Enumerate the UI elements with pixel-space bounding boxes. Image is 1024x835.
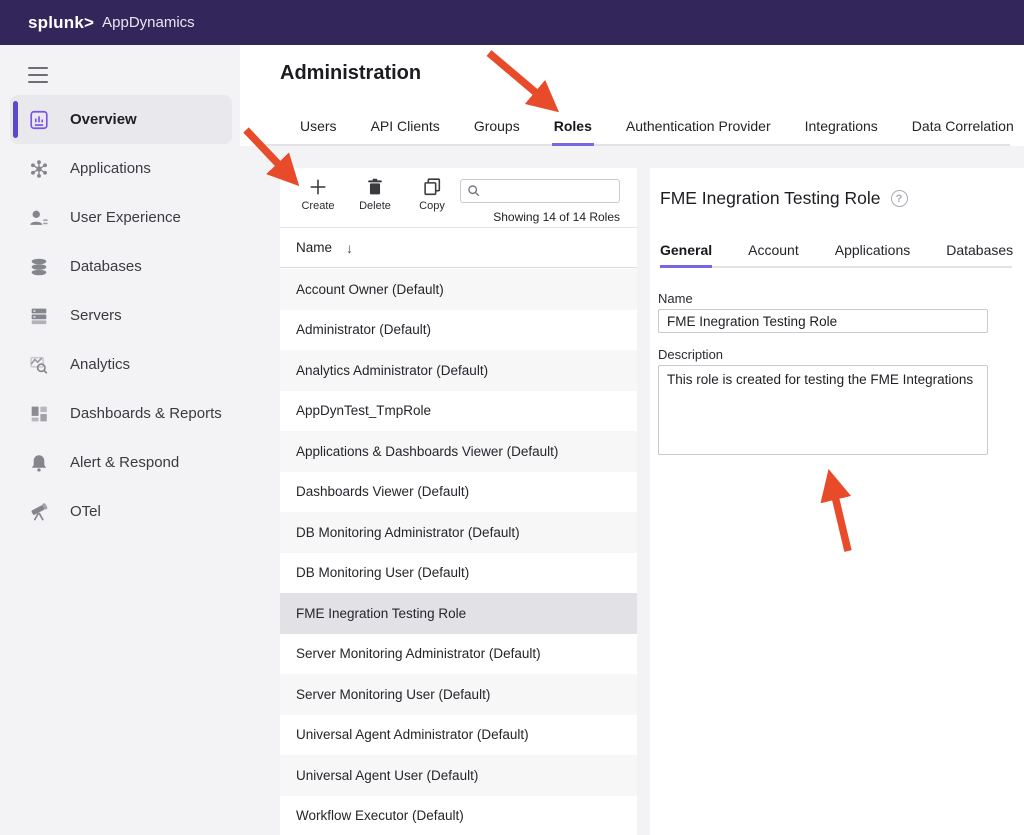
role-name-input[interactable] <box>658 309 988 333</box>
trash-icon <box>364 176 386 198</box>
dashboards-icon <box>28 403 50 425</box>
table-row[interactable]: DB Monitoring Administrator (Default) <box>280 512 637 553</box>
tab-integrations[interactable]: Integrations <box>805 108 878 144</box>
alert-bell-icon <box>28 452 50 474</box>
admin-tabs: Users API Clients Groups Roles Authenticatio… <box>265 108 1010 146</box>
sidebar-item-label: Analytics <box>70 356 130 373</box>
tab-data-correlation[interactable]: Data Correlation <box>912 108 1014 144</box>
roles-column-header[interactable]: Name ↓ <box>280 228 637 268</box>
otel-telescope-icon <box>28 501 50 523</box>
table-row[interactable]: Applications & Dashboards Viewer (Defaul… <box>280 431 637 472</box>
splunk-logo: splunk> <box>28 13 94 33</box>
sidebar-item-label: Alert & Respond <box>70 454 179 471</box>
roles-count-text: Showing 14 of 14 Roles <box>493 210 620 224</box>
create-button-label: Create <box>301 200 334 212</box>
delete-button[interactable]: Delete <box>349 176 401 212</box>
description-field-label: Description <box>658 347 723 362</box>
sort-desc-icon[interactable]: ↓ <box>346 240 353 256</box>
search-icon <box>467 184 481 198</box>
name-field-label: Name <box>658 291 693 306</box>
table-row[interactable]: Workflow Executor (Default) <box>280 796 637 835</box>
tab-users[interactable]: Users <box>300 108 337 144</box>
page-title: Administration <box>280 62 421 85</box>
sidebar-item-label: Databases <box>70 258 142 275</box>
tab-api-clients[interactable]: API Clients <box>371 108 440 144</box>
tab-applications[interactable]: Applications <box>835 234 911 266</box>
role-detail-title: FME Inegration Testing Role <box>660 188 881 209</box>
tab-roles[interactable]: Roles <box>554 108 592 144</box>
user-experience-icon <box>28 207 50 229</box>
sidebar-item-dashboards-reports[interactable]: Dashboards & Reports <box>10 389 232 438</box>
content-header: Administration Users API Clients Groups Rol… <box>240 45 1024 146</box>
sidebar-item-analytics[interactable]: Analytics <box>10 340 232 389</box>
tab-account[interactable]: Account <box>748 234 799 266</box>
sidebar-items: Overview Applications User Experience <box>0 95 240 536</box>
sidebar-item-label: User Experience <box>70 209 181 226</box>
table-row[interactable]: FME Inegration Testing Role <box>280 593 637 634</box>
roles-search-input[interactable] <box>486 184 606 199</box>
roles-search-box[interactable] <box>460 179 620 203</box>
tab-groups[interactable]: Groups <box>474 108 520 144</box>
databases-icon <box>28 256 50 278</box>
copy-icon <box>421 176 443 198</box>
roles-table-body: Account Owner (Default)Administrator (De… <box>280 269 637 835</box>
sidebar-item-label: OTel <box>70 503 101 520</box>
sidebar-item-label: Dashboards & Reports <box>70 405 222 422</box>
table-row[interactable]: Analytics Administrator (Default) <box>280 350 637 391</box>
sidebar-item-overview[interactable]: Overview <box>10 95 232 144</box>
sidebar-item-applications[interactable]: Applications <box>10 144 232 193</box>
delete-button-label: Delete <box>359 200 391 212</box>
table-row[interactable]: Universal Agent Administrator (Default) <box>280 715 637 756</box>
sidebar-item-alert-respond[interactable]: Alert & Respond <box>10 438 232 487</box>
copy-button[interactable]: Copy <box>406 176 458 212</box>
sidebar-item-label: Applications <box>70 160 151 177</box>
roles-list-panel: Create Delete Copy <box>280 168 637 835</box>
hamburger-menu-icon[interactable] <box>28 67 48 83</box>
tab-databases[interactable]: Databases <box>946 234 1013 266</box>
sidebar-item-databases[interactable]: Databases <box>10 242 232 291</box>
table-row[interactable]: Server Monitoring User (Default) <box>280 674 637 715</box>
help-icon[interactable]: ? <box>891 190 908 207</box>
role-detail-tabs: General Account Applications Databases <box>660 234 1012 268</box>
create-button[interactable]: Create <box>292 176 344 212</box>
sidebar-item-otel[interactable]: OTel <box>10 487 232 536</box>
tab-general[interactable]: General <box>660 234 712 266</box>
overview-icon <box>28 109 50 131</box>
sidebar-item-servers[interactable]: Servers <box>10 291 232 340</box>
roles-toolbar: Create Delete Copy <box>280 168 637 228</box>
sidebar: Overview Applications User Experience <box>0 45 240 835</box>
table-row[interactable]: Server Monitoring Administrator (Default… <box>280 634 637 675</box>
role-detail-panel: FME Inegration Testing Role ? General Acc… <box>650 168 1024 835</box>
table-row[interactable]: Administrator (Default) <box>280 310 637 351</box>
table-row[interactable]: Dashboards Viewer (Default) <box>280 472 637 513</box>
name-column-label: Name <box>296 240 332 255</box>
plus-icon <box>307 176 329 198</box>
table-row[interactable]: AppDynTest_TmpRole <box>280 391 637 432</box>
table-row[interactable]: DB Monitoring User (Default) <box>280 553 637 594</box>
table-row[interactable]: Account Owner (Default) <box>280 269 637 310</box>
sidebar-item-label: Servers <box>70 307 122 324</box>
sidebar-item-user-experience[interactable]: User Experience <box>10 193 232 242</box>
servers-icon <box>28 305 50 327</box>
sidebar-item-label: Overview <box>70 111 137 128</box>
applications-icon <box>28 158 50 180</box>
analytics-icon <box>28 354 50 376</box>
copy-button-label: Copy <box>419 200 445 212</box>
role-description-textarea[interactable]: This role is created for testing the FME… <box>658 365 988 455</box>
tab-authentication-provider[interactable]: Authentication Provider <box>626 108 771 144</box>
topbar: splunk> AppDynamics <box>0 0 1024 45</box>
table-row[interactable]: Universal Agent User (Default) <box>280 755 637 796</box>
product-name: AppDynamics <box>102 14 195 31</box>
